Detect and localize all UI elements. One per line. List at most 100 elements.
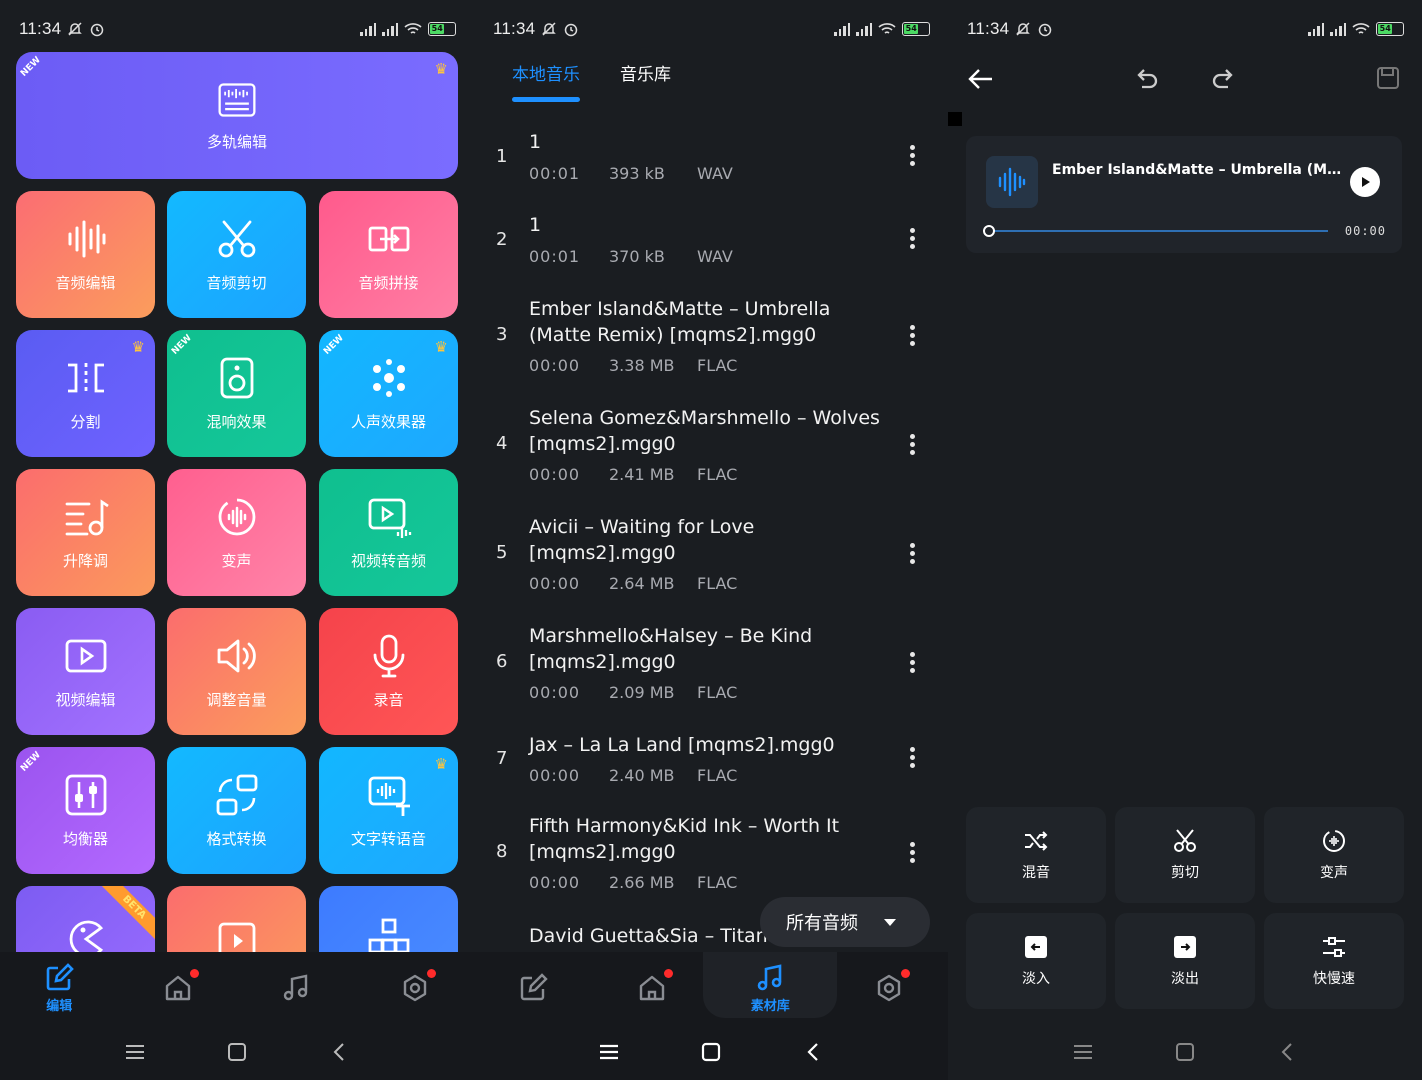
menu-icon[interactable] xyxy=(124,1041,146,1063)
tab-music-library[interactable]: 音乐库 xyxy=(620,58,671,102)
undo-icon[interactable] xyxy=(1134,66,1160,92)
item-meta: 00:00 2.64 MB FLAC xyxy=(529,574,738,593)
nav-home[interactable] xyxy=(607,969,697,1003)
menu-icon[interactable] xyxy=(1072,1041,1094,1063)
tile-volume[interactable]: 调整音量 xyxy=(167,608,306,735)
nav-edit[interactable] xyxy=(488,973,578,1003)
back-icon[interactable] xyxy=(328,1041,350,1063)
nav-settings[interactable] xyxy=(370,969,460,1003)
menu-icon[interactable] xyxy=(598,1041,620,1063)
nav-settings[interactable] xyxy=(844,969,934,1003)
tile-text-to-speech[interactable]: ♛ 文字转语音 xyxy=(319,747,458,874)
more-options-icon[interactable] xyxy=(906,431,918,458)
nav-edit[interactable]: 编辑 xyxy=(14,962,104,1014)
home-icon xyxy=(165,975,190,1001)
list-item[interactable]: 2 1 00:01 370 kB WAV xyxy=(474,201,948,284)
tile-label: 人声效果器 xyxy=(350,413,426,431)
play-box-icon xyxy=(65,639,106,673)
tile-split[interactable]: ♛ 分割 xyxy=(16,330,155,457)
list-item[interactable]: 6 Marshmello&Halsey – Be Kind [mqms2].mg… xyxy=(474,611,948,720)
nav-home[interactable] xyxy=(133,969,223,1003)
tile-format-convert[interactable]: 格式转换 xyxy=(167,747,306,874)
home-square-icon[interactable] xyxy=(700,1041,722,1063)
notification-dot xyxy=(189,969,199,978)
item-title: David Guetta&Sia – Titanium xyxy=(529,925,769,947)
tile-record[interactable]: 录音 xyxy=(319,608,458,735)
tile-pitch[interactable]: 升降调 xyxy=(16,469,155,596)
play-icon xyxy=(1362,177,1370,187)
tile-video-edit[interactable]: 视频编辑 xyxy=(16,608,155,735)
join-icon xyxy=(368,226,409,252)
tool-label: 剪切 xyxy=(1171,865,1199,881)
nav-library[interactable] xyxy=(251,973,341,1003)
progress-knob[interactable] xyxy=(983,225,995,237)
tool-voice-change[interactable]: 变声 xyxy=(1264,807,1404,903)
tile-label: 调整音量 xyxy=(206,691,267,709)
tile-vocal-effects[interactable]: NEW ♛ 人声效果器 xyxy=(319,330,458,457)
tool-speed[interactable]: 快慢速 xyxy=(1264,913,1404,1009)
home-square-icon[interactable] xyxy=(1174,1041,1196,1063)
item-title: Ember Island&Matte – Umbrella (Matte Rem… xyxy=(529,298,831,346)
microphone-icon xyxy=(373,634,404,678)
volume-icon xyxy=(217,639,256,673)
mute-icon xyxy=(68,22,83,36)
more-options-icon[interactable] xyxy=(906,744,918,771)
more-options-icon[interactable] xyxy=(906,540,918,567)
tile-video-to-audio[interactable]: 视频转音频 xyxy=(319,469,458,596)
back-icon[interactable] xyxy=(1276,1041,1298,1063)
tile-audio-edit[interactable]: 音频编辑 xyxy=(16,191,155,318)
tool-label: 快慢速 xyxy=(1313,971,1355,987)
video-audio-icon xyxy=(368,498,411,538)
tool-label: 淡出 xyxy=(1171,971,1199,987)
redo-icon[interactable] xyxy=(1210,66,1236,92)
edit-icon xyxy=(46,962,75,990)
back-arrow-icon[interactable] xyxy=(968,66,994,92)
list-item[interactable]: 5 Avicii – Waiting for Love [mqms2].mgg0… xyxy=(474,502,948,611)
split-icon xyxy=(67,363,104,393)
list-item[interactable]: 7 Jax – La La Land [mqms2].mgg0 00:00 2.4… xyxy=(474,720,948,803)
bottom-nav: 素材库 xyxy=(474,952,948,1024)
play-button[interactable] xyxy=(1350,167,1380,197)
crown-icon: ♛ xyxy=(434,338,448,356)
progress-track[interactable] xyxy=(988,230,1328,232)
nav-label: 素材库 xyxy=(750,998,790,1014)
system-nav xyxy=(0,1024,474,1080)
more-options-icon[interactable] xyxy=(906,839,918,866)
crown-icon: ♛ xyxy=(434,755,448,773)
battery-icon: 54 xyxy=(902,22,930,36)
tool-fade-out[interactable]: 淡出 xyxy=(1115,913,1255,1009)
nav-library[interactable]: 素材库 xyxy=(725,963,815,1014)
phone-tools-screen: 11:34 54 NEW ♛ 多轨编辑 音频编辑 音频剪切 音频拼接 ♛ 分割 … xyxy=(0,0,474,1080)
alarm-icon xyxy=(91,23,104,37)
more-options-icon[interactable] xyxy=(906,225,918,252)
tile-audio-cut[interactable]: 音频剪切 xyxy=(167,191,306,318)
list-item[interactable]: 4 Selena Gomez&Marshmello – Wolves [mqms… xyxy=(474,393,948,502)
list-item[interactable]: 8 Fifth Harmony&Kid Ink – Worth It [mqms… xyxy=(474,803,948,912)
back-icon[interactable] xyxy=(802,1041,824,1063)
signal-icon xyxy=(1330,22,1346,36)
save-icon[interactable] xyxy=(1376,66,1400,90)
more-options-icon[interactable] xyxy=(906,649,918,676)
more-options-icon[interactable] xyxy=(906,322,918,349)
tool-label: 混音 xyxy=(1022,865,1050,881)
item-meta: 00:01 393 kB WAV xyxy=(529,164,733,183)
tile-reverb[interactable]: NEW 混响效果 xyxy=(167,330,306,457)
tile-multitrack[interactable]: NEW ♛ 多轨编辑 xyxy=(16,52,458,179)
item-meta: 00:00 2.66 MB FLAC xyxy=(529,873,738,892)
item-meta: 00:00 3.38 MB FLAC xyxy=(529,356,738,375)
tile-equalizer[interactable]: NEW 均衡器 xyxy=(16,747,155,874)
list-item[interactable]: 3 Ember Island&Matte – Umbrella (Matte R… xyxy=(474,284,948,393)
tab-local-music[interactable]: 本地音乐 xyxy=(512,58,580,102)
speed-sliders-icon xyxy=(1323,937,1345,957)
tool-label: 淡入 xyxy=(1022,971,1050,987)
tool-cut[interactable]: 剪切 xyxy=(1115,807,1255,903)
more-options-icon[interactable] xyxy=(906,142,918,169)
list-item[interactable]: 1 1 00:01 393 kB WAV xyxy=(474,118,948,201)
alarm-icon xyxy=(1039,23,1052,37)
tool-mix[interactable]: 混音 xyxy=(966,807,1106,903)
tile-audio-join[interactable]: 音频拼接 xyxy=(319,191,458,318)
tile-voice-change[interactable]: 变声 xyxy=(167,469,306,596)
home-square-icon[interactable] xyxy=(226,1041,248,1063)
audio-filter-dropdown[interactable]: 所有音频 xyxy=(760,897,930,947)
tool-fade-in[interactable]: 淡入 xyxy=(966,913,1106,1009)
